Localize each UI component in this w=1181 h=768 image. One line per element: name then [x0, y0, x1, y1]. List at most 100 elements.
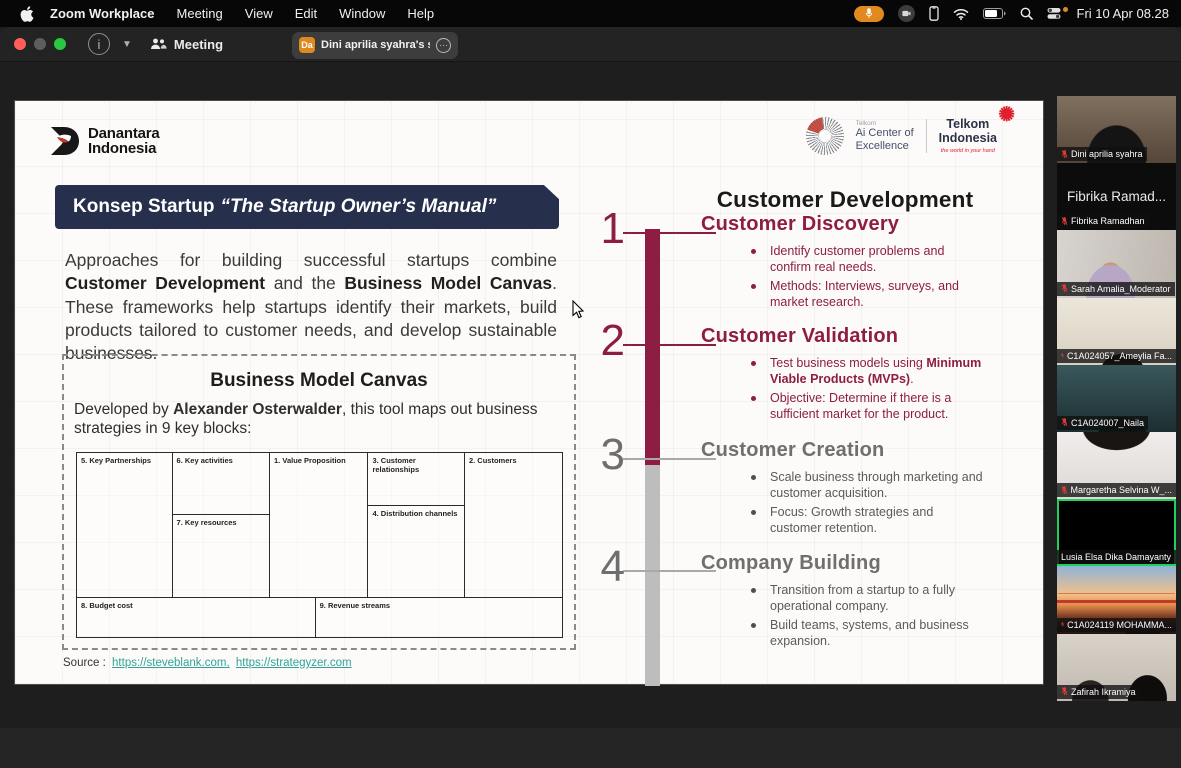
danantara-logo: Danantara Indonesia	[49, 125, 160, 157]
titlebar-meeting-label: Meeting	[174, 37, 223, 52]
shared-slide: Danantara Indonesia Telkom Ai Center of …	[14, 100, 1044, 685]
telkom-indonesia-logo: ✺ Telkom Indonesia the world in your han…	[939, 118, 1003, 154]
muted-mic-icon	[1061, 620, 1064, 629]
close-button[interactable]	[14, 38, 26, 50]
danantara-logo-line1: Danantara	[88, 126, 160, 141]
chevron-down-icon[interactable]: ▼	[122, 39, 132, 50]
intro-paragraph: Approaches for building successful start…	[65, 249, 557, 365]
participant-name: Zafirah Ikramiya	[1071, 687, 1136, 697]
menubar-item-meeting[interactable]: Meeting	[177, 6, 223, 21]
participant-name: Lusia Elsa Dika Damayanty	[1061, 552, 1171, 562]
fullscreen-button[interactable]	[54, 38, 66, 50]
ai-coe-logo-icon	[806, 117, 844, 155]
participant-name: C1A024057_Ameylia Fa...	[1067, 351, 1172, 361]
slide-title-banner: Konsep Startup “The Startup Owner’s Manu…	[55, 185, 559, 229]
menubar-item-window[interactable]: Window	[339, 6, 385, 21]
muted-mic-icon	[1061, 150, 1068, 159]
bullet-icon	[751, 588, 756, 593]
timeline-bar-grey	[645, 465, 660, 686]
menubar-item-help[interactable]: Help	[407, 6, 434, 21]
participant-video[interactable]: C1A024119 MOHAMMA...	[1057, 566, 1176, 633]
participants-sidebar: Dini aprilia syahra Fibrika Ramad... Fib…	[1057, 96, 1176, 701]
participant-video[interactable]: C1A024057_Ameylia Fa...	[1057, 298, 1176, 365]
tab-options-icon[interactable]: ⋯	[436, 38, 451, 53]
bmc-cell-customers: 2. Customers	[465, 453, 562, 597]
partner-logos: Telkom Ai Center of Excellence ✺ Telkom …	[806, 117, 1003, 155]
participant-video[interactable]: Margaretha Selvina W_...	[1057, 432, 1176, 499]
mic-active-icon[interactable]	[854, 6, 884, 22]
shared-screen-tab[interactable]: Da Dini aprilia syahra's screen ⋯	[292, 32, 458, 59]
search-icon[interactable]	[1020, 7, 1033, 20]
telkom-line2: Indonesia	[939, 132, 997, 146]
control-center-icon[interactable]	[1047, 7, 1061, 20]
bullet-icon	[751, 510, 756, 515]
bullet-icon	[751, 249, 756, 254]
source-label: Source :	[63, 657, 106, 669]
timeline-number-1: 1	[581, 207, 625, 251]
list-item: Focus: Growth strategies and customer re…	[701, 504, 983, 537]
menubar-item-view[interactable]: View	[245, 6, 273, 21]
telkom-hand-icon: ✺	[998, 104, 1015, 126]
info-icon[interactable]: i	[88, 33, 110, 55]
bmc-canvas-table: 5. Key Partnerships 6. Key activities 7.…	[76, 452, 563, 638]
list-item: Test business models using Minimum Viabl…	[701, 355, 983, 388]
menubar-app-title[interactable]: Zoom Workplace	[50, 6, 155, 21]
bmc-box: Business Model Canvas Developed by Alexa…	[62, 354, 576, 650]
bullet-icon	[751, 396, 756, 401]
bullet-icon	[751, 284, 756, 289]
participants-icon	[150, 38, 167, 51]
participant-video[interactable]: Sarah Amalia_Moderator	[1057, 230, 1176, 297]
section-title: Customer Discovery	[701, 213, 983, 236]
section-customer-validation: Customer Validation Test business models…	[701, 325, 983, 424]
telkom-small-label: Telkom	[856, 120, 914, 127]
telkom-tagline: the world in your hand	[939, 148, 997, 154]
mouse-cursor	[572, 300, 585, 319]
bullet-icon	[751, 623, 756, 628]
section-title: Customer Creation	[701, 439, 983, 462]
bmc-cell-budget-cost: 8. Budget cost	[77, 598, 316, 637]
participant-name: C1A024007_Naila	[1071, 418, 1144, 428]
logo-divider	[926, 119, 927, 153]
participant-video[interactable]: Zafirah Ikramiya	[1057, 634, 1176, 701]
list-item: Methods: Interviews, surveys, and market…	[701, 278, 983, 311]
muted-mic-icon	[1061, 351, 1064, 360]
danantara-mark-icon	[49, 125, 81, 157]
participant-video[interactable]: C1A024007_Naila	[1057, 365, 1176, 432]
section-customer-discovery: Customer Discovery Identify customer pro…	[701, 213, 983, 312]
notification-dot	[1063, 7, 1068, 12]
bmc-cell-key-resources: 7. Key resources	[173, 515, 269, 597]
timeline-number-4: 4	[581, 545, 625, 589]
battery-icon[interactable]	[983, 8, 1006, 19]
participant-video-active-speaker[interactable]: Lusia Elsa Dika Damayanty	[1057, 499, 1176, 566]
telkom-line1: Telkom	[939, 118, 997, 132]
participant-name: Sarah Amalia_Moderator	[1071, 284, 1171, 294]
camera-indicator-icon[interactable]	[898, 5, 915, 22]
macos-menubar: Zoom Workplace Meeting View Edit Window …	[0, 0, 1181, 27]
minimize-button[interactable]	[34, 38, 46, 50]
shared-screen-tab-label: Dini aprilia syahra's screen	[321, 39, 430, 51]
slide-title-quoted: “The Startup Owner’s Manual”	[220, 196, 496, 218]
timeline-bar-maroon	[645, 229, 660, 465]
timeline-number-2: 2	[581, 319, 625, 363]
wifi-icon[interactable]	[953, 8, 969, 20]
source-link-strategyzer[interactable]: https://strategyzer.com	[236, 657, 352, 669]
section-title: Customer Validation	[701, 325, 983, 348]
bmc-description: Developed by Alexander Osterwalder, this…	[74, 400, 562, 439]
bullet-icon	[751, 361, 756, 366]
ai-coe-line2: Excellence	[856, 140, 914, 153]
bmc-cell-key-partnerships: 5. Key Partnerships	[77, 453, 173, 597]
device-icon[interactable]	[929, 6, 939, 21]
participant-video[interactable]: Dini aprilia syahra	[1057, 96, 1176, 163]
source-link-steveblank[interactable]: https://steveblank.com,	[112, 657, 230, 669]
participant-name: Margaretha Selvina W_...	[1070, 485, 1172, 495]
zoom-titlebar: i ▼ Meeting Da Dini aprilia syahra's scr…	[0, 27, 1181, 62]
bmc-cell-revenue-streams: 9. Revenue streams	[316, 598, 562, 637]
bmc-cell-value-proposition: 1. Value Proposition	[270, 453, 368, 597]
participant-name: Fibrika Ramadhan	[1071, 216, 1145, 226]
participant-video[interactable]: Fibrika Ramad... Fibrika Ramadhan	[1057, 163, 1176, 230]
menubar-clock[interactable]: Fri 10 Apr 08.28	[1077, 6, 1170, 21]
apple-icon[interactable]	[20, 6, 36, 22]
bmc-cell-customer-relationships: 3. Customer relationships	[368, 453, 464, 506]
menubar-item-edit[interactable]: Edit	[295, 6, 317, 21]
slide-title-plain: Konsep Startup	[73, 196, 214, 218]
